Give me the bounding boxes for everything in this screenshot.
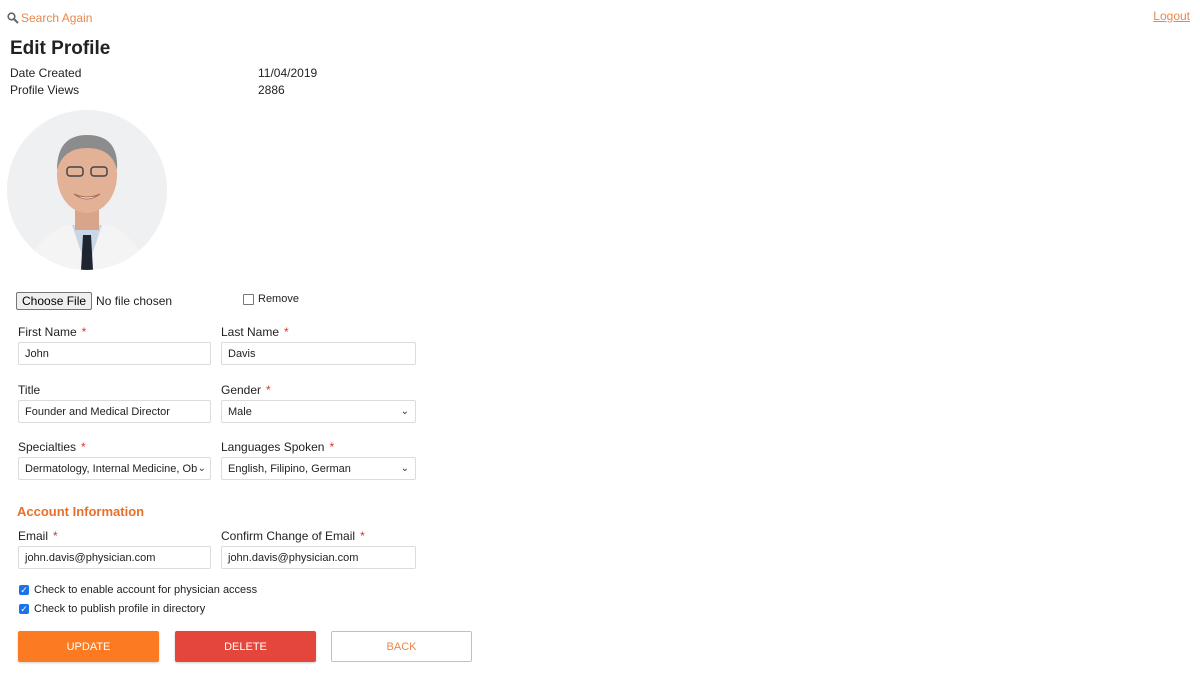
first-name-input[interactable]: John	[18, 342, 211, 365]
remove-photo-checkbox[interactable]: Remove	[243, 293, 299, 305]
avatar	[7, 110, 167, 270]
chevron-down-icon: ⌄	[400, 406, 409, 417]
date-created-value: 11/04/2019	[258, 66, 318, 80]
logout-link[interactable]: Logout	[1153, 9, 1190, 23]
first-name-label: First Name *	[18, 325, 87, 339]
check-icon[interactable]: ✓	[19, 604, 29, 614]
publish-profile-checkbox[interactable]: ✓ Check to publish profile in directory	[19, 603, 205, 615]
last-name-label: Last Name *	[221, 325, 289, 339]
confirm-email-input[interactable]: john.davis@physician.com	[221, 546, 416, 569]
photo-upload: Choose File No file chosen	[16, 292, 172, 310]
languages-label: Languages Spoken *	[221, 440, 335, 454]
languages-select[interactable]: English, Filipino, German ⌄	[221, 457, 416, 480]
search-again-label: Search Again	[21, 11, 93, 25]
chevron-down-icon: ⌄	[400, 463, 409, 474]
remove-checkbox-box[interactable]	[243, 293, 254, 305]
back-button[interactable]: BACK	[331, 631, 472, 662]
update-button[interactable]: UPDATE	[18, 631, 159, 662]
profile-views-label: Profile Views	[10, 83, 80, 97]
publish-profile-label: Check to publish profile in directory	[34, 603, 206, 615]
file-status: No file chosen	[96, 294, 173, 308]
search-again-link[interactable]: Search Again	[7, 11, 92, 25]
title-label: Title	[18, 383, 41, 397]
enable-access-label: Check to enable account for physician ac…	[34, 584, 258, 596]
date-created-label: Date Created	[10, 66, 82, 80]
profile-views-value: 2886	[258, 83, 285, 97]
email-input[interactable]: john.davis@physician.com	[18, 546, 211, 569]
magnifier-icon	[7, 12, 19, 24]
remove-label: Remove	[258, 293, 299, 305]
gender-label: Gender *	[221, 383, 271, 397]
specialties-select[interactable]: Dermatology, Internal Medicine, Ob ⌄	[18, 457, 211, 480]
email-label: Email *	[18, 529, 58, 543]
page-title: Edit Profile	[10, 38, 111, 59]
title-input[interactable]: Founder and Medical Director	[18, 400, 211, 423]
last-name-input[interactable]: Davis	[221, 342, 416, 365]
specialties-label: Specialties *	[18, 440, 86, 454]
confirm-email-label: Confirm Change of Email *	[221, 529, 365, 543]
choose-file-button[interactable]: Choose File	[16, 292, 93, 310]
delete-button[interactable]: DELETE	[175, 631, 316, 662]
check-icon[interactable]: ✓	[19, 585, 29, 595]
chevron-down-icon: ⌄	[197, 463, 206, 474]
account-information-heading: Account Information	[17, 504, 145, 519]
gender-select[interactable]: Male ⌄	[221, 400, 416, 423]
enable-access-checkbox[interactable]: ✓ Check to enable account for physician …	[19, 584, 257, 596]
